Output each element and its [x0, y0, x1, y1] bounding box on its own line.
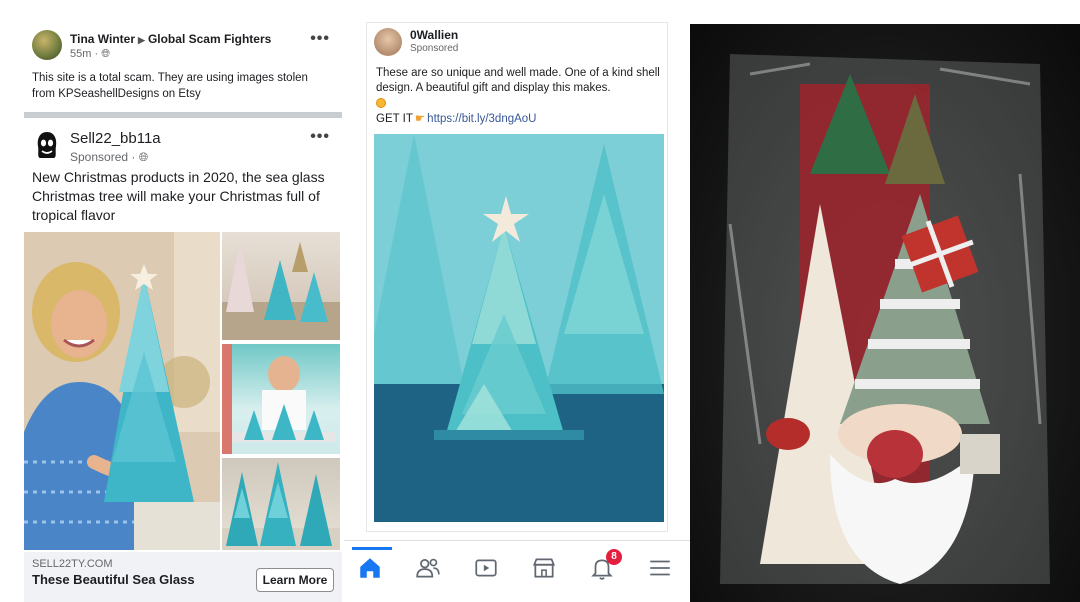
friends-icon	[416, 558, 440, 578]
active-tab-indicator	[352, 547, 392, 550]
ad-page-name[interactable]: Sell22_bb11a	[70, 130, 161, 147]
received-product-photo	[690, 24, 1080, 602]
post-text: This site is a total scam. They are usin…	[32, 72, 308, 100]
ad-text: These are so unique and well made. One o…	[376, 66, 666, 111]
tab-friends[interactable]	[406, 547, 450, 591]
ad-photo[interactable]	[374, 134, 664, 522]
ad-footer[interactable]: SELL22TY.COM These Beautiful Sea Glass L…	[24, 552, 342, 602]
home-icon	[360, 558, 380, 578]
get-it-line: GET IT ☛ https://bit.ly/3dngAoU	[376, 111, 536, 125]
post-time[interactable]: 55m	[70, 48, 91, 60]
ad-photo-main[interactable]	[24, 232, 220, 550]
page-logo-icon[interactable]	[34, 130, 60, 160]
bottom-tab-bar: 8	[344, 540, 690, 602]
tab-home[interactable]	[348, 547, 392, 591]
ad-page-name[interactable]: 0Wallien	[410, 28, 458, 42]
marketplace-icon	[532, 558, 556, 578]
right-photo-panel	[690, 0, 1080, 602]
middle-screenshot-panel: 0Wallien Sponsored These are so unique a…	[344, 0, 690, 602]
sponsored-label: Sponsored	[410, 43, 459, 54]
ad-text: New Christmas products in 2020, the sea …	[32, 169, 325, 223]
more-options-icon[interactable]: •••	[310, 30, 330, 48]
sponsored-label: Sponsored ·	[70, 150, 139, 164]
tab-watch[interactable]	[464, 547, 508, 591]
avatar[interactable]	[32, 30, 62, 60]
ad-header: Sell22_bb11a Sponsored · 🌐︎ •••	[32, 126, 336, 170]
get-it-label: GET IT	[376, 113, 413, 125]
watch-icon	[475, 559, 497, 577]
more-options-icon[interactable]: •••	[310, 128, 330, 146]
post-author[interactable]: Tina Winter	[70, 32, 135, 46]
tab-marketplace[interactable]	[522, 547, 566, 591]
arrow-right-icon: ▶	[138, 35, 145, 45]
globe-icon: 🌐︎	[138, 150, 149, 164]
tab-notifications[interactable]: 8	[580, 547, 624, 591]
ad-photo-thumbnail[interactable]	[222, 232, 340, 340]
globe-icon: 🌐︎	[101, 48, 110, 60]
post-group[interactable]: Global Scam Fighters	[148, 32, 271, 46]
ad-link[interactable]: https://bit.ly/3dngAoU	[427, 113, 536, 125]
avatar[interactable]	[374, 28, 402, 56]
tab-menu[interactable]	[638, 547, 682, 591]
left-screenshot-panel: Tina Winter ▶ Global Scam Fighters 55m · 🌐…	[0, 0, 344, 602]
notification-badge: 8	[606, 549, 622, 565]
divider	[24, 112, 342, 118]
ad-headline[interactable]: These Beautiful Sea Glass	[32, 572, 195, 587]
ad-photo-thumbnail[interactable]	[222, 458, 340, 550]
menu-icon	[650, 560, 670, 576]
pointing-hand-icon: ☛	[414, 113, 426, 125]
ad-photo-thumbnail[interactable]	[222, 344, 340, 454]
ad-domain: SELL22TY.COM	[32, 558, 113, 570]
learn-more-button[interactable]: Learn More	[256, 568, 334, 592]
heart-eyes-emoji-icon	[376, 97, 386, 108]
